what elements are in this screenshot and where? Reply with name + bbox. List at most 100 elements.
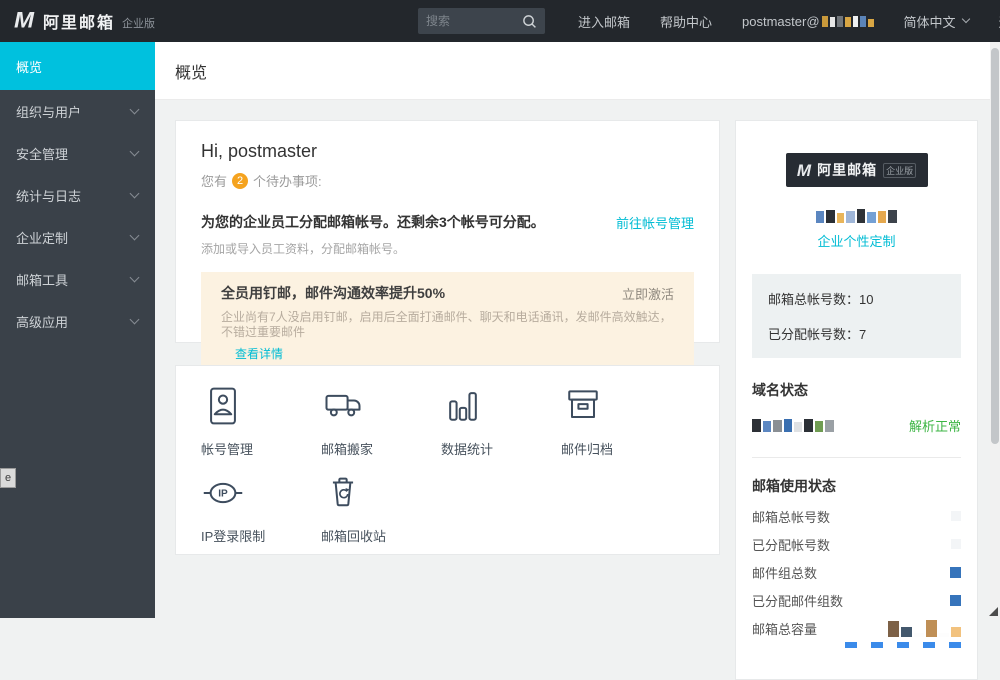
svg-text:IP: IP bbox=[218, 489, 228, 500]
usage-row-assigned-mail-groups: 已分配邮件组数 bbox=[752, 592, 961, 609]
sidebar-item-statistics-logs[interactable]: 统计与日志 bbox=[0, 174, 155, 216]
alimail-logo-icon: M bbox=[14, 8, 34, 33]
brand-logo[interactable]: M 阿里邮箱 企业版 bbox=[0, 9, 155, 33]
assigned-accounts-row: 已分配帐号数：7 bbox=[768, 324, 945, 343]
shortcut-mailbox-recycle-bin[interactable]: 邮箱回收站 bbox=[321, 471, 441, 545]
sidebar-item-label: 安全管理 bbox=[16, 146, 69, 162]
usage-row-total-capacity: 邮箱总容量 bbox=[752, 619, 961, 637]
sidebar: 概览 组织与用户 安全管理 统计与日志 企业定制 邮箱工具 高级应用 bbox=[0, 42, 155, 618]
shortcut-mail-archive[interactable]: 邮件归档 bbox=[561, 384, 681, 458]
task-row: 为您的企业员工分配邮箱帐号。还剩余3个帐号可分配。 前往帐号管理 bbox=[201, 212, 694, 232]
vertical-scrollbar[interactable] bbox=[990, 42, 1000, 618]
chevron-down-icon bbox=[129, 314, 140, 324]
help-center-link[interactable]: 帮助中心 bbox=[645, 0, 727, 42]
greeting-text: Hi, postmaster bbox=[201, 141, 318, 161]
censored-account-domain bbox=[821, 15, 874, 27]
todo-line: 您有 2 个待办事项: bbox=[201, 171, 694, 190]
browser-edge-tab[interactable]: e bbox=[0, 468, 16, 488]
truck-icon bbox=[321, 384, 441, 428]
archive-box-icon bbox=[561, 384, 681, 428]
chevron-down-icon bbox=[129, 146, 140, 156]
enter-mailbox-link[interactable]: 进入邮箱 bbox=[563, 0, 645, 42]
scrollbar-thumb[interactable] bbox=[991, 48, 999, 444]
sidebar-item-organization-users[interactable]: 组织与用户 bbox=[0, 90, 155, 132]
usage-label: 已分配帐号数 bbox=[752, 537, 831, 553]
usage-row-total-accounts: 邮箱总帐号数 bbox=[752, 508, 961, 525]
censored-value bbox=[950, 594, 961, 606]
greeting-card: Hi, postmaster 您有 2 个待办事项: 为您的企业员工分配邮箱帐号… bbox=[175, 120, 720, 375]
shortcut-label: 邮件归档 bbox=[561, 442, 614, 457]
activate-now-link[interactable]: 立即激活 bbox=[622, 284, 674, 303]
view-details-link[interactable]: 查看详情 bbox=[235, 345, 283, 362]
chevron-down-icon bbox=[961, 14, 970, 24]
banner-title: 全员用钉邮，邮件沟通效率提升50% bbox=[221, 285, 446, 301]
bar-chart-icon bbox=[441, 384, 561, 428]
panel-brand-edition: 企业版 bbox=[883, 162, 917, 178]
sidebar-item-mail-tools[interactable]: 邮箱工具 bbox=[0, 258, 155, 300]
sidebar-item-enterprise-custom[interactable]: 企业定制 bbox=[0, 216, 155, 258]
task-description: 添加或导入员工资料，分配邮箱帐号。 bbox=[201, 242, 406, 256]
usage-status-title: 邮箱使用状态 bbox=[752, 478, 836, 494]
search-box[interactable] bbox=[418, 8, 545, 34]
shortcut-label: 邮箱回收站 bbox=[321, 529, 387, 544]
censored-value-strip bbox=[752, 642, 961, 648]
language-selector[interactable]: 简体中文 bbox=[889, 0, 984, 42]
shortcut-mailbox-migration[interactable]: 邮箱搬家 bbox=[321, 384, 441, 458]
search-icon[interactable] bbox=[522, 14, 537, 29]
usage-label: 邮箱总容量 bbox=[752, 621, 818, 637]
panel-brand-name: 阿里邮箱 bbox=[817, 162, 878, 178]
logout-link[interactable]: 退出 bbox=[984, 0, 1000, 42]
censored-company-name bbox=[752, 209, 961, 223]
censored-domain-name bbox=[752, 419, 834, 432]
shortcut-data-statistics[interactable]: 数据统计 bbox=[441, 384, 561, 458]
recycle-bin-icon bbox=[321, 471, 441, 515]
total-accounts-value: 10 bbox=[859, 292, 874, 307]
sidebar-item-label: 组织与用户 bbox=[16, 104, 82, 120]
shortcut-label: 邮箱搬家 bbox=[321, 442, 374, 457]
brand-name: 阿里邮箱 bbox=[43, 15, 116, 32]
domain-status-row: 解析正常 bbox=[752, 416, 961, 435]
enterprise-customization-link[interactable]: 企业个性定制 bbox=[752, 231, 961, 250]
sidebar-item-label: 邮箱工具 bbox=[16, 272, 69, 288]
task-title: 为您的企业员工分配邮箱帐号。还剩余3个帐号可分配。 bbox=[201, 214, 545, 230]
shortcut-ip-login-restriction[interactable]: IP IP登录限制 bbox=[201, 471, 321, 545]
chevron-down-icon bbox=[129, 272, 140, 282]
usage-row-mail-groups: 邮件组总数 bbox=[752, 564, 961, 581]
chevron-down-icon bbox=[129, 104, 140, 114]
sidebar-item-overview[interactable]: 概览 bbox=[0, 42, 155, 90]
shortcut-label: 数据统计 bbox=[441, 442, 494, 457]
todo-count-badge: 2 bbox=[232, 172, 249, 189]
sidebar-item-security[interactable]: 安全管理 bbox=[0, 132, 155, 174]
total-accounts-label: 邮箱总帐号数： bbox=[768, 292, 860, 307]
usage-label: 已分配邮件组数 bbox=[752, 593, 844, 609]
page-title: 概览 bbox=[175, 64, 208, 82]
shortcut-account-management[interactable]: 帐号管理 bbox=[201, 384, 321, 458]
brand-edition: 企业版 bbox=[122, 18, 156, 30]
sidebar-item-label: 统计与日志 bbox=[16, 188, 82, 204]
id-card-icon bbox=[201, 384, 321, 428]
todo-suffix: 个待办事项: bbox=[253, 174, 322, 189]
chevron-down-icon bbox=[129, 188, 140, 198]
topbar: M 阿里邮箱 企业版 进入邮箱 帮助中心 postmaster@ bbox=[0, 0, 1000, 42]
topnav: 进入邮箱 帮助中心 postmaster@ 简体中文 退出 bbox=[563, 0, 1000, 42]
summary-panel: M 阿里邮箱 企业版 企业个性定制 邮箱总帐号数：10 已分配帐号数：7 域名状… bbox=[735, 120, 978, 680]
sidebar-item-advanced-apps[interactable]: 高级应用 bbox=[0, 300, 155, 342]
censored-value bbox=[888, 619, 961, 637]
shortcut-label: 帐号管理 bbox=[201, 442, 254, 457]
search-input[interactable] bbox=[418, 14, 522, 28]
total-accounts-row: 邮箱总帐号数：10 bbox=[768, 289, 945, 308]
usage-label: 邮箱总帐号数 bbox=[752, 509, 831, 525]
censored-value bbox=[951, 539, 961, 549]
account-menu[interactable]: postmaster@ bbox=[727, 0, 889, 42]
todo-prefix: 您有 bbox=[201, 174, 228, 189]
alimail-panel-logo: M 阿里邮箱 企业版 bbox=[785, 153, 928, 187]
shortcuts-card: 帐号管理 邮箱搬家 数据统计 邮件归档 IP IP登录限制 邮箱回收站 bbox=[175, 365, 720, 555]
sidebar-item-label: 概览 bbox=[16, 59, 43, 75]
dns-resolution-status[interactable]: 解析正常 bbox=[909, 416, 961, 435]
censored-value bbox=[950, 566, 961, 578]
censored-value bbox=[951, 511, 961, 521]
assigned-accounts-value: 7 bbox=[859, 327, 867, 342]
account-stats-box: 邮箱总帐号数：10 已分配帐号数：7 bbox=[752, 274, 961, 358]
account-management-link[interactable]: 前往帐号管理 bbox=[616, 213, 694, 232]
domain-status-title: 域名状态 bbox=[752, 382, 808, 398]
